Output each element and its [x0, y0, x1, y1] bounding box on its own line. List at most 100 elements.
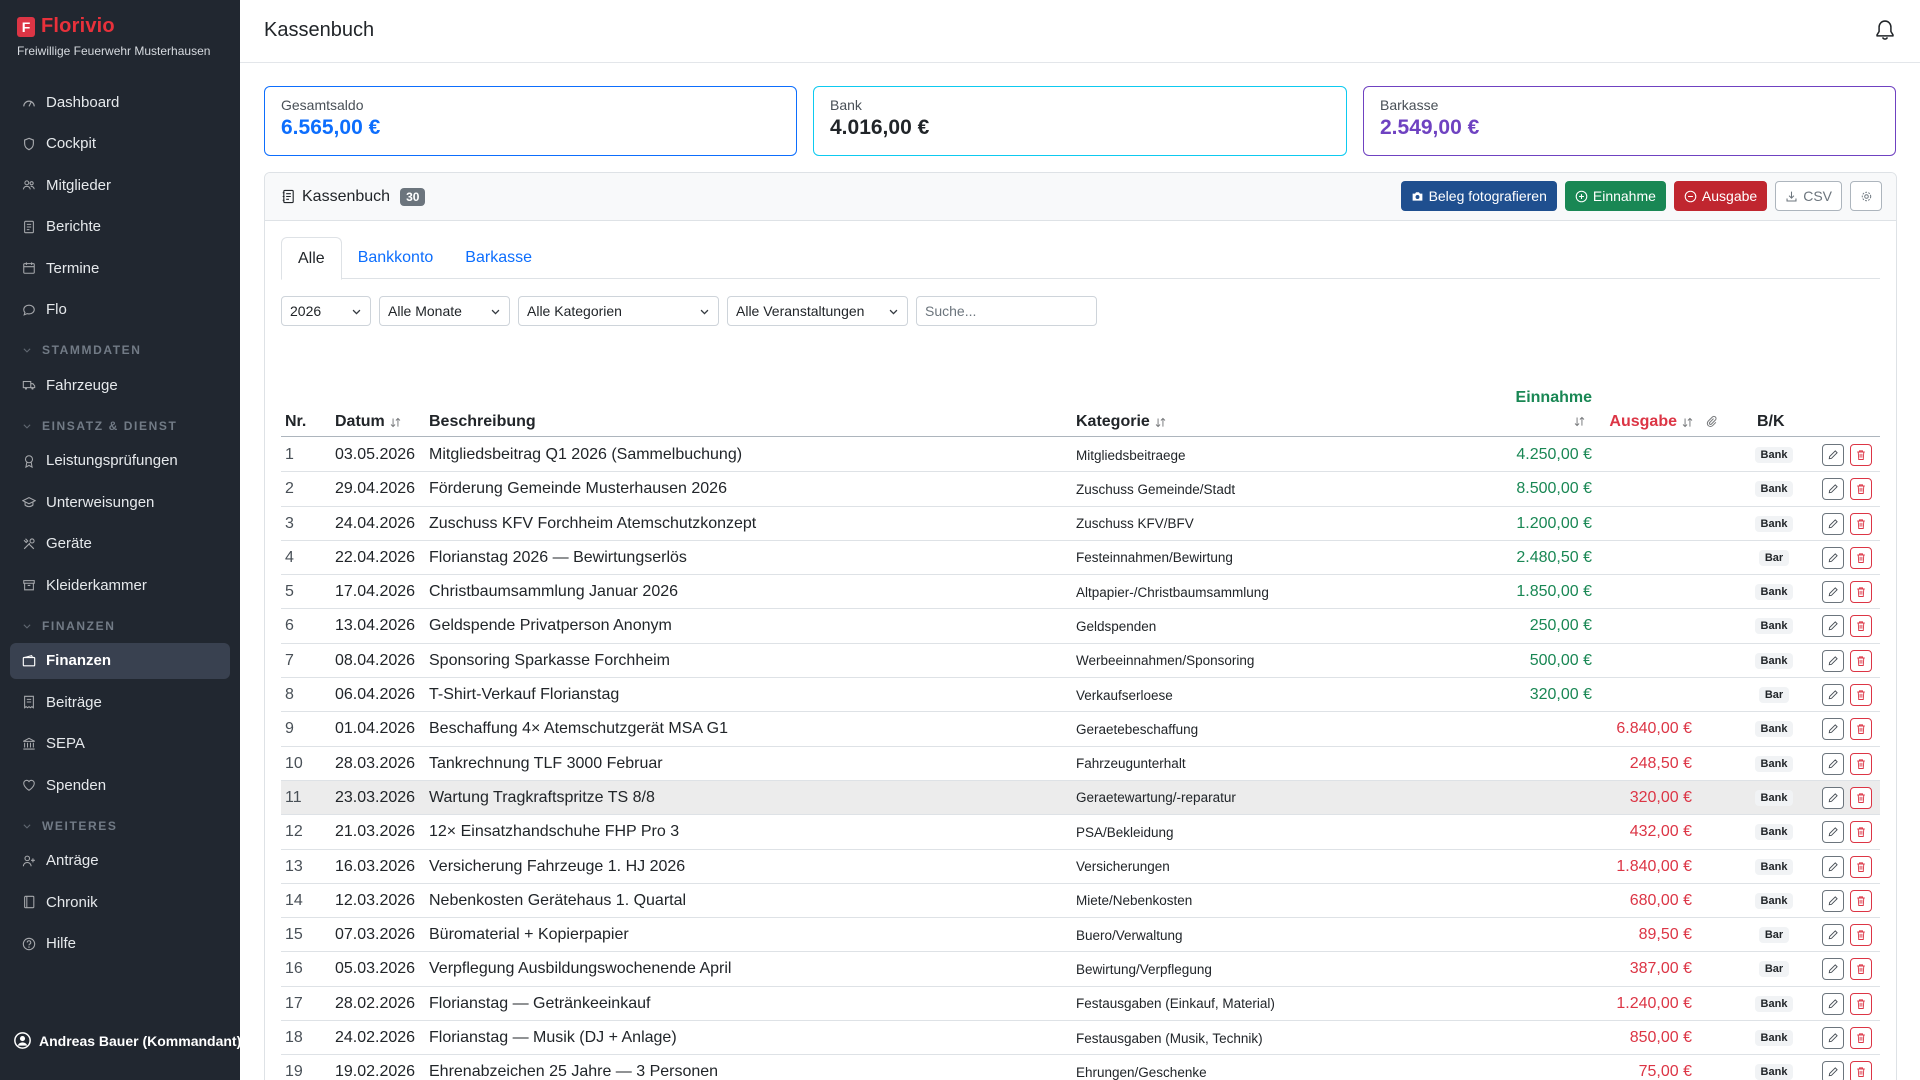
sidebar-item-mitglieder[interactable]: Mitglieder — [10, 167, 230, 203]
sidebar-item-leistungspruefungen[interactable]: Leistungsprüfungen — [10, 443, 230, 479]
year-select[interactable]: 2026 — [281, 296, 371, 326]
photo-receipt-button[interactable]: Beleg fotografieren — [1400, 181, 1557, 211]
edit-button[interactable] — [1822, 718, 1844, 741]
col-category[interactable]: Kategorie — [1076, 413, 1167, 431]
add-income-button[interactable]: Einnahme — [1564, 181, 1666, 211]
sidebar-item-chronik[interactable]: Chronik — [10, 884, 230, 920]
sidebar-section-stammdaten[interactable]: STAMMDATEN — [10, 333, 230, 367]
edit-button[interactable] — [1822, 546, 1844, 569]
user-menu[interactable]: Andreas Bauer (Kommandant) — [14, 1032, 241, 1049]
delete-button[interactable] — [1850, 615, 1872, 638]
delete-button[interactable] — [1850, 546, 1872, 569]
tab-alle[interactable]: Alle — [281, 237, 342, 280]
sidebar-item-geraete[interactable]: Geräte — [10, 526, 230, 562]
table-row[interactable]: 18 24.02.2026 Florianstag — Musik (DJ + An… — [281, 1021, 1880, 1056]
category-select[interactable]: Alle Kategorien — [518, 296, 719, 326]
delete-button[interactable] — [1850, 581, 1872, 604]
sidebar-section-einsatz-and-dienst[interactable]: EINSATZ & DIENST — [10, 409, 230, 443]
add-expense-button[interactable]: Ausgabe — [1673, 181, 1768, 211]
edit-button[interactable] — [1822, 992, 1844, 1015]
delete-button[interactable] — [1850, 478, 1872, 501]
edit-button[interactable] — [1822, 855, 1844, 878]
sidebar-section-finanzen[interactable]: FINANZEN — [10, 609, 230, 643]
delete-button[interactable] — [1850, 889, 1872, 912]
sidebar-section-weiteres[interactable]: WEITERES — [10, 809, 230, 843]
delete-button[interactable] — [1850, 512, 1872, 535]
table-row[interactable]: 1 03.05.2026 Mitgliedsbeitrag Q1 2026 (Sam… — [281, 438, 1880, 473]
edit-button[interactable] — [1822, 478, 1844, 501]
sidebar-item-sepa[interactable]: SEPA — [10, 726, 230, 762]
tab-bankkonto[interactable]: Bankkonto — [342, 237, 450, 279]
table-row[interactable]: 16 05.03.2026 Verpflegung Ausbildungswoche… — [281, 952, 1880, 987]
table-row[interactable]: 8 06.04.2026 T-Shirt-Verkauf Florianstag Ve… — [281, 678, 1880, 713]
col-expense[interactable]: Ausgabe — [1609, 413, 1694, 431]
sidebar-item-flo[interactable]: Flo — [10, 292, 230, 328]
edit-button[interactable] — [1822, 649, 1844, 672]
month-select[interactable]: Alle Monate — [379, 296, 510, 326]
delete-button[interactable] — [1850, 752, 1872, 775]
table-row[interactable]: 10 28.03.2026 Tankrechnung TLF 3000 Februa… — [281, 747, 1880, 781]
delete-button[interactable] — [1850, 924, 1872, 947]
delete-button[interactable] — [1850, 786, 1872, 809]
edit-button[interactable] — [1822, 615, 1844, 638]
csv-export-label: CSV — [1803, 188, 1832, 204]
settings-button[interactable] — [1850, 181, 1882, 211]
sidebar-item-dashboard[interactable]: Dashboard — [10, 84, 230, 120]
sidebar-item-kleiderkammer[interactable]: Kleiderkammer — [10, 567, 230, 603]
delete-button[interactable] — [1850, 958, 1872, 981]
sidebar-item-hilfe[interactable]: Hilfe — [10, 926, 230, 962]
table-row[interactable]: 11 23.03.2026 Wartung Tragkraftspritze TS … — [281, 780, 1880, 816]
sidebar-item-spenden[interactable]: Spenden — [10, 767, 230, 803]
edit-button[interactable] — [1822, 924, 1844, 947]
delete-button[interactable] — [1850, 649, 1872, 672]
table-row[interactable]: 9 01.04.2026 Beschaffung 4× Atemschutzgerä… — [281, 712, 1880, 747]
edit-button[interactable] — [1822, 752, 1844, 775]
delete-button[interactable] — [1850, 1027, 1872, 1050]
table-row[interactable]: 7 08.04.2026 Sponsoring Sparkasse Forchhei… — [281, 644, 1880, 679]
col-income-sort[interactable] — [1573, 415, 1586, 428]
delete-button[interactable] — [1850, 444, 1872, 466]
sidebar-item-finanzen[interactable]: Finanzen — [10, 642, 230, 679]
edit-button[interactable] — [1822, 958, 1844, 981]
delete-button[interactable] — [1850, 992, 1872, 1015]
sidebar-item-berichte[interactable]: Berichte — [10, 209, 230, 245]
table-row[interactable]: 19 19.02.2026 Ehrenabzeichen 25 Jahre — 3 … — [281, 1055, 1880, 1080]
sidebar-item-fahrzeuge[interactable]: Fahrzeuge — [10, 367, 230, 403]
table-row[interactable]: 4 22.04.2026 Florianstag 2026 — Bewirtungs… — [281, 541, 1880, 576]
edit-button[interactable] — [1822, 1027, 1844, 1050]
col-date[interactable]: Datum — [335, 413, 402, 431]
tab-barkasse[interactable]: Barkasse — [449, 237, 548, 279]
delete-button[interactable] — [1850, 684, 1872, 707]
edit-button[interactable] — [1822, 512, 1844, 535]
edit-button[interactable] — [1822, 684, 1844, 707]
sidebar-item-cockpit[interactable]: Cockpit — [10, 126, 230, 162]
table-row[interactable]: 2 29.04.2026 Förderung Gemeinde Musterhaus… — [281, 472, 1880, 507]
search-input[interactable] — [916, 296, 1097, 326]
edit-button[interactable] — [1822, 889, 1844, 912]
edit-button[interactable] — [1822, 444, 1844, 466]
edit-button[interactable] — [1822, 581, 1844, 604]
table-row[interactable]: 3 24.04.2026 Zuschuss KFV Forchheim Atemsc… — [281, 507, 1880, 541]
bell-icon[interactable] — [1874, 19, 1896, 41]
table-row[interactable]: 13 16.03.2026 Versicherung Fahrzeuge 1. HJ… — [281, 850, 1880, 884]
sidebar-item-unterweisungen[interactable]: Unterweisungen — [10, 484, 230, 520]
table-row[interactable]: 12 21.03.2026 12× Einsatzhandschuhe FHP Pr… — [281, 815, 1880, 850]
delete-button[interactable] — [1850, 1061, 1872, 1080]
table-row[interactable]: 6 13.04.2026 Geldspende Privatperson Anony… — [281, 609, 1880, 644]
sidebar-item-antraege[interactable]: Anträge — [10, 843, 230, 879]
table-row[interactable]: 17 28.02.2026 Florianstag — Getränkeeinkau… — [281, 987, 1880, 1022]
delete-button[interactable] — [1850, 718, 1872, 741]
table-row[interactable]: 15 07.03.2026 Büromaterial + Kopierpapier B… — [281, 918, 1880, 953]
event-select[interactable]: Alle Veranstaltungen — [727, 296, 908, 326]
csv-export-button[interactable]: CSV — [1775, 181, 1842, 211]
edit-button[interactable] — [1822, 786, 1844, 809]
edit-button[interactable] — [1822, 821, 1844, 844]
table-row[interactable]: 14 12.03.2026 Nebenkosten Gerätehaus 1. Qu… — [281, 884, 1880, 919]
table-row[interactable]: 5 17.04.2026 Christbaumsammlung Januar 202… — [281, 575, 1880, 610]
delete-button[interactable] — [1850, 821, 1872, 844]
sidebar-item-beitraege[interactable]: Beiträge — [10, 684, 230, 720]
edit-button[interactable] — [1822, 1061, 1844, 1080]
brand[interactable]: F Florivio Freiwillige Feuerwehr Musterh… — [17, 15, 210, 58]
delete-button[interactable] — [1850, 855, 1872, 878]
sidebar-item-termine[interactable]: Termine — [10, 250, 230, 286]
